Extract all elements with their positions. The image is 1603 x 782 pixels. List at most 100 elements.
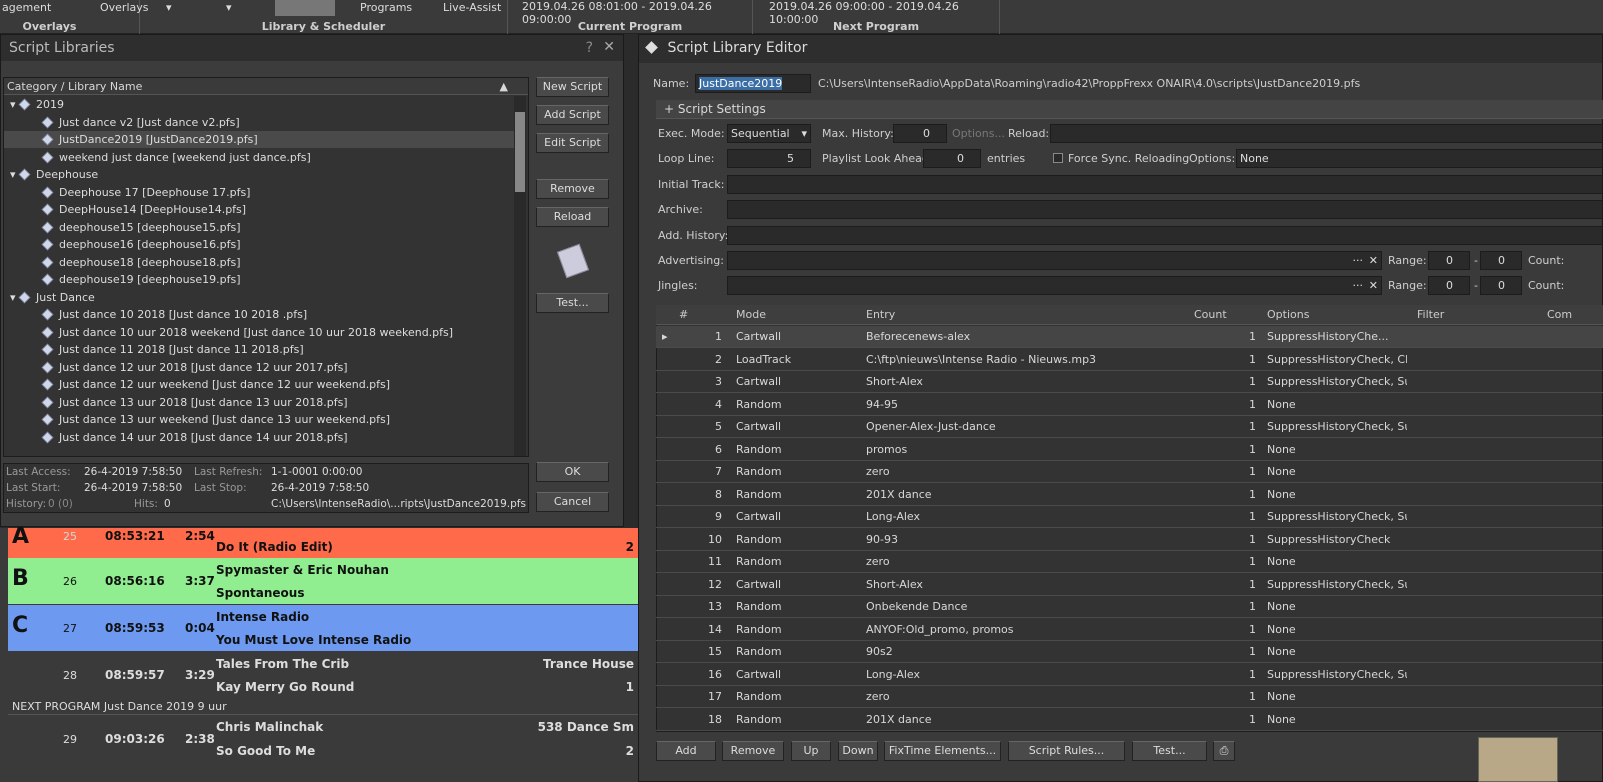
cell-mode[interactable]: Random [736,641,856,663]
cell-count[interactable]: 1 [1196,461,1256,483]
cell-count[interactable]: 1 [1196,484,1256,506]
print-icon[interactable]: ⎙ [1213,741,1235,761]
script-row[interactable]: 13 Random Onbekende Dance 1 None [656,596,1603,618]
down-button[interactable]: Down [838,741,878,761]
tree-item[interactable]: Deephouse 17 [Deephouse 17.pfs] [4,184,514,201]
archive-input[interactable] [727,200,1603,219]
cell-n[interactable]: 10 [674,529,722,551]
script-row[interactable]: 15 Random 90s2 1 None [656,641,1603,663]
up-button[interactable]: Up [791,741,831,761]
tree-scrollbar[interactable] [514,96,526,456]
cell-entry[interactable]: promos [866,439,1186,461]
cell-count[interactable]: 1 [1196,529,1256,551]
script-row[interactable]: 2 LoadTrack C:\ftp\nieuws\Intense Radio - … [656,349,1603,371]
column-entry[interactable]: Entry [866,305,895,325]
remove-row-button[interactable]: Remove [722,741,784,761]
cell-entry[interactable]: zero [866,551,1186,573]
cell-n[interactable]: 1 [674,326,722,348]
cell-count[interactable]: 1 [1196,619,1256,641]
cell-count[interactable]: 1 [1196,664,1256,686]
jingles-input[interactable]: ··· ✕ [727,276,1382,295]
test-script-button[interactable]: Test... [1132,741,1207,761]
close-icon[interactable]: ✕ [603,39,615,55]
jingles-range-from[interactable]: 0 [1428,276,1470,295]
cell-entry[interactable]: 90s2 [866,641,1186,663]
cell-n[interactable]: 4 [674,394,722,416]
cell-n[interactable]: 13 [674,596,722,618]
script-row[interactable]: 9 Cartwall Long-Alex 1 SuppressHistoryCheck,… [656,506,1603,528]
cell-entry[interactable]: Short-Alex [866,371,1186,393]
tree-item[interactable]: Just dance 13 uur weekend [Just dance 13… [4,411,514,428]
cell-count[interactable]: 1 [1196,394,1256,416]
cell-n[interactable]: 14 [674,619,722,641]
cell-options[interactable]: None [1267,461,1407,483]
cell-entry[interactable]: 201X dance [866,709,1186,731]
script-row[interactable]: 7 Random zero 1 None [656,461,1603,483]
cell-entry[interactable]: Onbekende Dance [866,596,1186,618]
edit-script-button[interactable]: Edit Script [536,133,609,153]
tree-item[interactable]: deephouse19 [deephouse19.pfs] [4,271,514,288]
cell-n[interactable]: 16 [674,664,722,686]
column-num[interactable]: # [679,305,688,325]
cell-entry[interactable]: 201X dance [866,484,1186,506]
script-row[interactable]: 18 Random 201X dance 1 None [656,709,1603,731]
cell-entry[interactable]: zero [866,686,1186,708]
tree-item[interactable]: deephouse16 [deephouse16.pfs] [4,236,514,253]
cell-mode[interactable]: Cartwall [736,416,856,438]
cell-entry[interactable]: 94-95 [866,394,1186,416]
cell-options[interactable]: SuppressHistoryCheck, Sup... [1267,416,1407,438]
cell-mode[interactable]: LoadTrack [736,349,856,371]
cell-entry[interactable]: 90-93 [866,529,1186,551]
cell-count[interactable]: 1 [1196,551,1256,573]
playlist-row-c[interactable]: C 27 08:59:53 0:04 Intense Radio You Mus… [8,605,638,651]
script-row[interactable]: 3 Cartwall Short-Alex 1 SuppressHistoryCheck… [656,371,1603,393]
cell-options[interactable]: None [1267,439,1407,461]
cell-n[interactable]: 18 [674,709,722,731]
tree-category[interactable]: ▾ 2019 [4,96,514,113]
cell-mode[interactable]: Random [736,394,856,416]
cell-n[interactable]: 7 [674,461,722,483]
tree-category[interactable]: ▾ Deephouse [4,166,514,183]
cell-mode[interactable]: Random [736,596,856,618]
reload-input[interactable] [1050,124,1603,143]
cell-mode[interactable]: Random [736,484,856,506]
cell-entry[interactable]: zero [866,461,1186,483]
cell-mode[interactable]: Random [736,619,856,641]
cell-n[interactable]: 8 [674,484,722,506]
script-row[interactable]: 4 Random 94-95 1 None [656,394,1603,416]
cell-count[interactable]: 1 [1196,641,1256,663]
cell-mode[interactable]: Cartwall [736,574,856,596]
cell-n[interactable]: 17 [674,686,722,708]
exec-mode-select[interactable]: Sequential ▾ [727,124,811,143]
tree-item[interactable]: Just dance v2 [Just dance v2.pfs] [4,114,514,131]
options-button[interactable]: Options... [952,127,1005,140]
jingles-range-to[interactable]: 0 [1480,276,1522,295]
dropdown-1-icon[interactable]: ▾ [166,1,172,14]
cell-options[interactable]: None [1267,484,1407,506]
add-script-button[interactable]: Add Script [536,105,609,125]
script-settings-header[interactable]: + Script Settings [656,100,1603,119]
cell-options[interactable]: None [1267,709,1407,731]
playlist-row-b[interactable]: B 26 08:56:16 3:37 Spymaster & Eric Nouh… [8,558,638,604]
management-tab[interactable]: agement [2,1,51,14]
tree-category[interactable]: ▾ Just Dance [4,289,514,306]
column-filter[interactable]: Filter [1417,305,1444,325]
cell-entry[interactable]: ANYOF:Old_promo, promos [866,619,1186,641]
tree-item[interactable]: Just dance 10 2018 [Just dance 10 2018 .… [4,306,514,323]
cell-count[interactable]: 1 [1196,439,1256,461]
cell-options[interactable]: None [1267,686,1407,708]
cell-mode[interactable]: Random [736,439,856,461]
scrollbar-thumb[interactable] [515,112,525,192]
remove-button[interactable]: Remove [536,179,609,199]
cell-entry[interactable]: Beforecenews-alex [866,326,1186,348]
column-comment[interactable]: Com [1547,305,1572,325]
cell-options[interactable]: SuppressHistoryCheck, Sup... [1267,574,1407,596]
cell-n[interactable]: 5 [674,416,722,438]
cell-n[interactable]: 6 [674,439,722,461]
cell-entry[interactable]: Opener-Alex-Just-dance [866,416,1186,438]
cell-options[interactable]: SuppressHistoryCheck, Clea... [1267,349,1407,371]
cell-count[interactable]: 1 [1196,326,1256,348]
tree-item[interactable]: weekend just dance [weekend just dance.p… [4,149,514,166]
script-row[interactable]: 1 Cartwall Beforecenews-alex 1 SuppressHisto… [656,326,1603,348]
tree-item[interactable]: Just dance 10 uur 2018 weekend [Just dan… [4,324,514,341]
